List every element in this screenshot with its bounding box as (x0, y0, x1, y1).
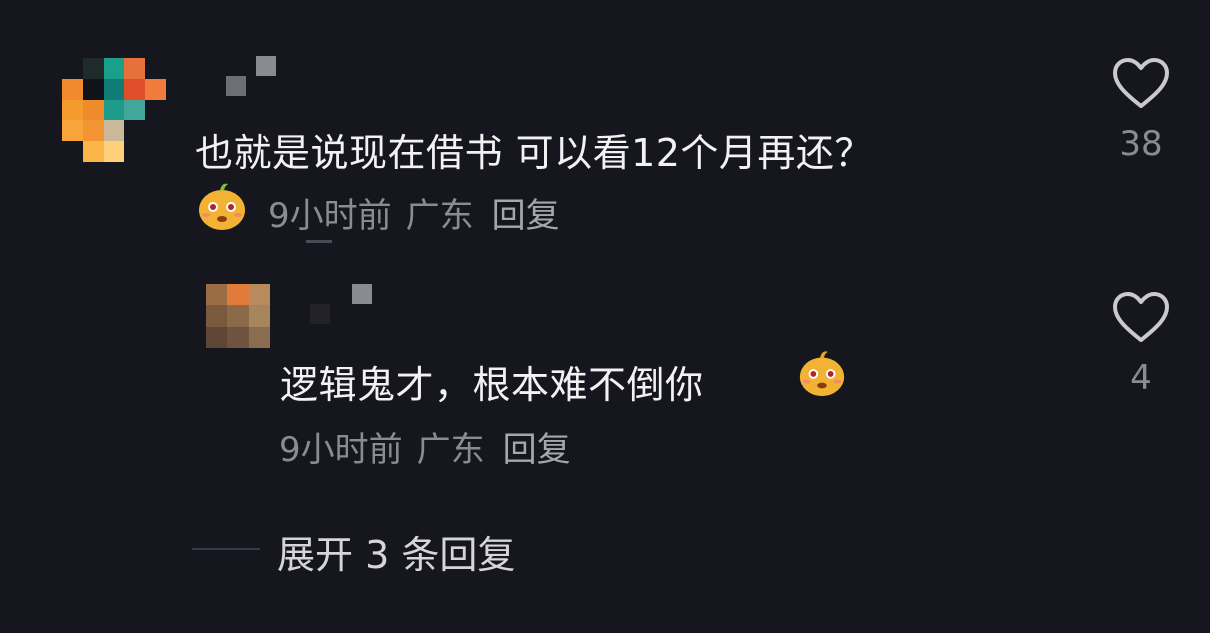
like-count: 38 (1119, 124, 1163, 164)
comment-text: 也就是说现在借书 可以看12个月再还？ (195, 131, 873, 175)
reply-button[interactable]: 回复 (492, 188, 560, 237)
reply-avatar[interactable] (206, 284, 270, 348)
reply-meta: 9小时前 广东 回复 (279, 422, 571, 471)
expand-divider (192, 548, 260, 550)
reply-time: 9小时前 (279, 430, 403, 470)
reply-like-count: 4 (1130, 358, 1152, 398)
divider (306, 240, 332, 243)
smiling-face-emoji-icon (199, 183, 245, 230)
reply-reply-button[interactable]: 回复 (503, 422, 571, 471)
heart-outline-icon (1113, 292, 1169, 342)
reply-like-button[interactable]: 4 (1101, 290, 1181, 398)
expand-replies-button[interactable]: 展开 3 条回复 (277, 524, 515, 579)
username-obscured[interactable] (226, 56, 286, 96)
comment-location: 广东 (405, 196, 474, 236)
heart-outline-icon (1113, 58, 1169, 108)
reply-text: 逻辑鬼才，根本难不倒你 (280, 363, 704, 407)
avatar[interactable] (62, 58, 166, 162)
reply-location: 广东 (416, 430, 485, 470)
like-button[interactable]: 38 (1101, 56, 1181, 164)
smiling-face-emoji-icon (799, 351, 845, 397)
reply-username-obscured[interactable] (310, 284, 372, 324)
comment-meta: 9小时前 广东 回复 (268, 188, 560, 237)
comment-thread: 也就是说现在借书 可以看12个月再还？ 9小时前 广东 回复 38 逻辑鬼才，根… (0, 0, 1210, 633)
comment-time: 9小时前 (268, 196, 392, 236)
